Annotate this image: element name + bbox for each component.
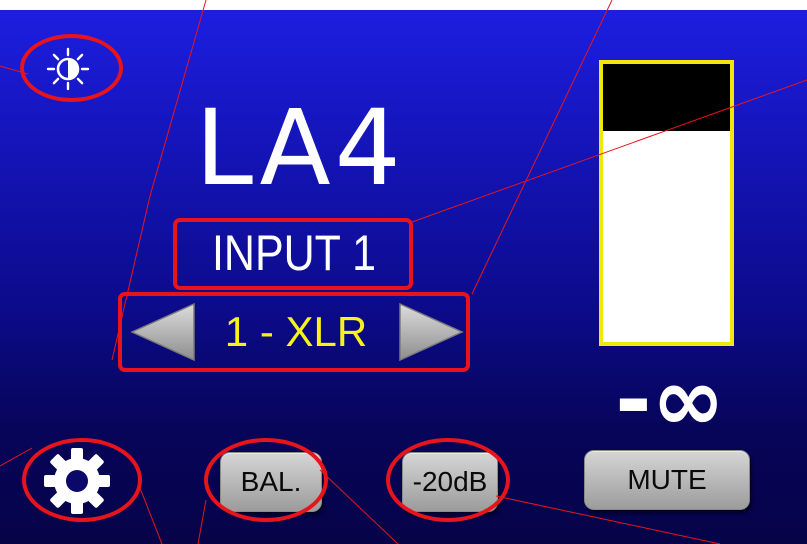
- mute-button[interactable]: MUTE: [584, 450, 750, 510]
- annotation-brightness: [20, 34, 123, 102]
- la4-screen: LA4 INPUT 1 1 - XLR -∞ BAL. -20dB MUTE: [0, 0, 807, 544]
- level-readout: -∞: [615, 348, 725, 451]
- level-meter-bar: [603, 64, 730, 131]
- level-meter: [599, 60, 734, 346]
- annotation-source-selector: [118, 292, 470, 372]
- annotation-balance: [204, 438, 328, 522]
- annotation-settings: [22, 438, 142, 522]
- annotation-input-label: [173, 218, 413, 290]
- device-logo: LA4: [195, 87, 405, 209]
- annotation-pad: [386, 438, 510, 522]
